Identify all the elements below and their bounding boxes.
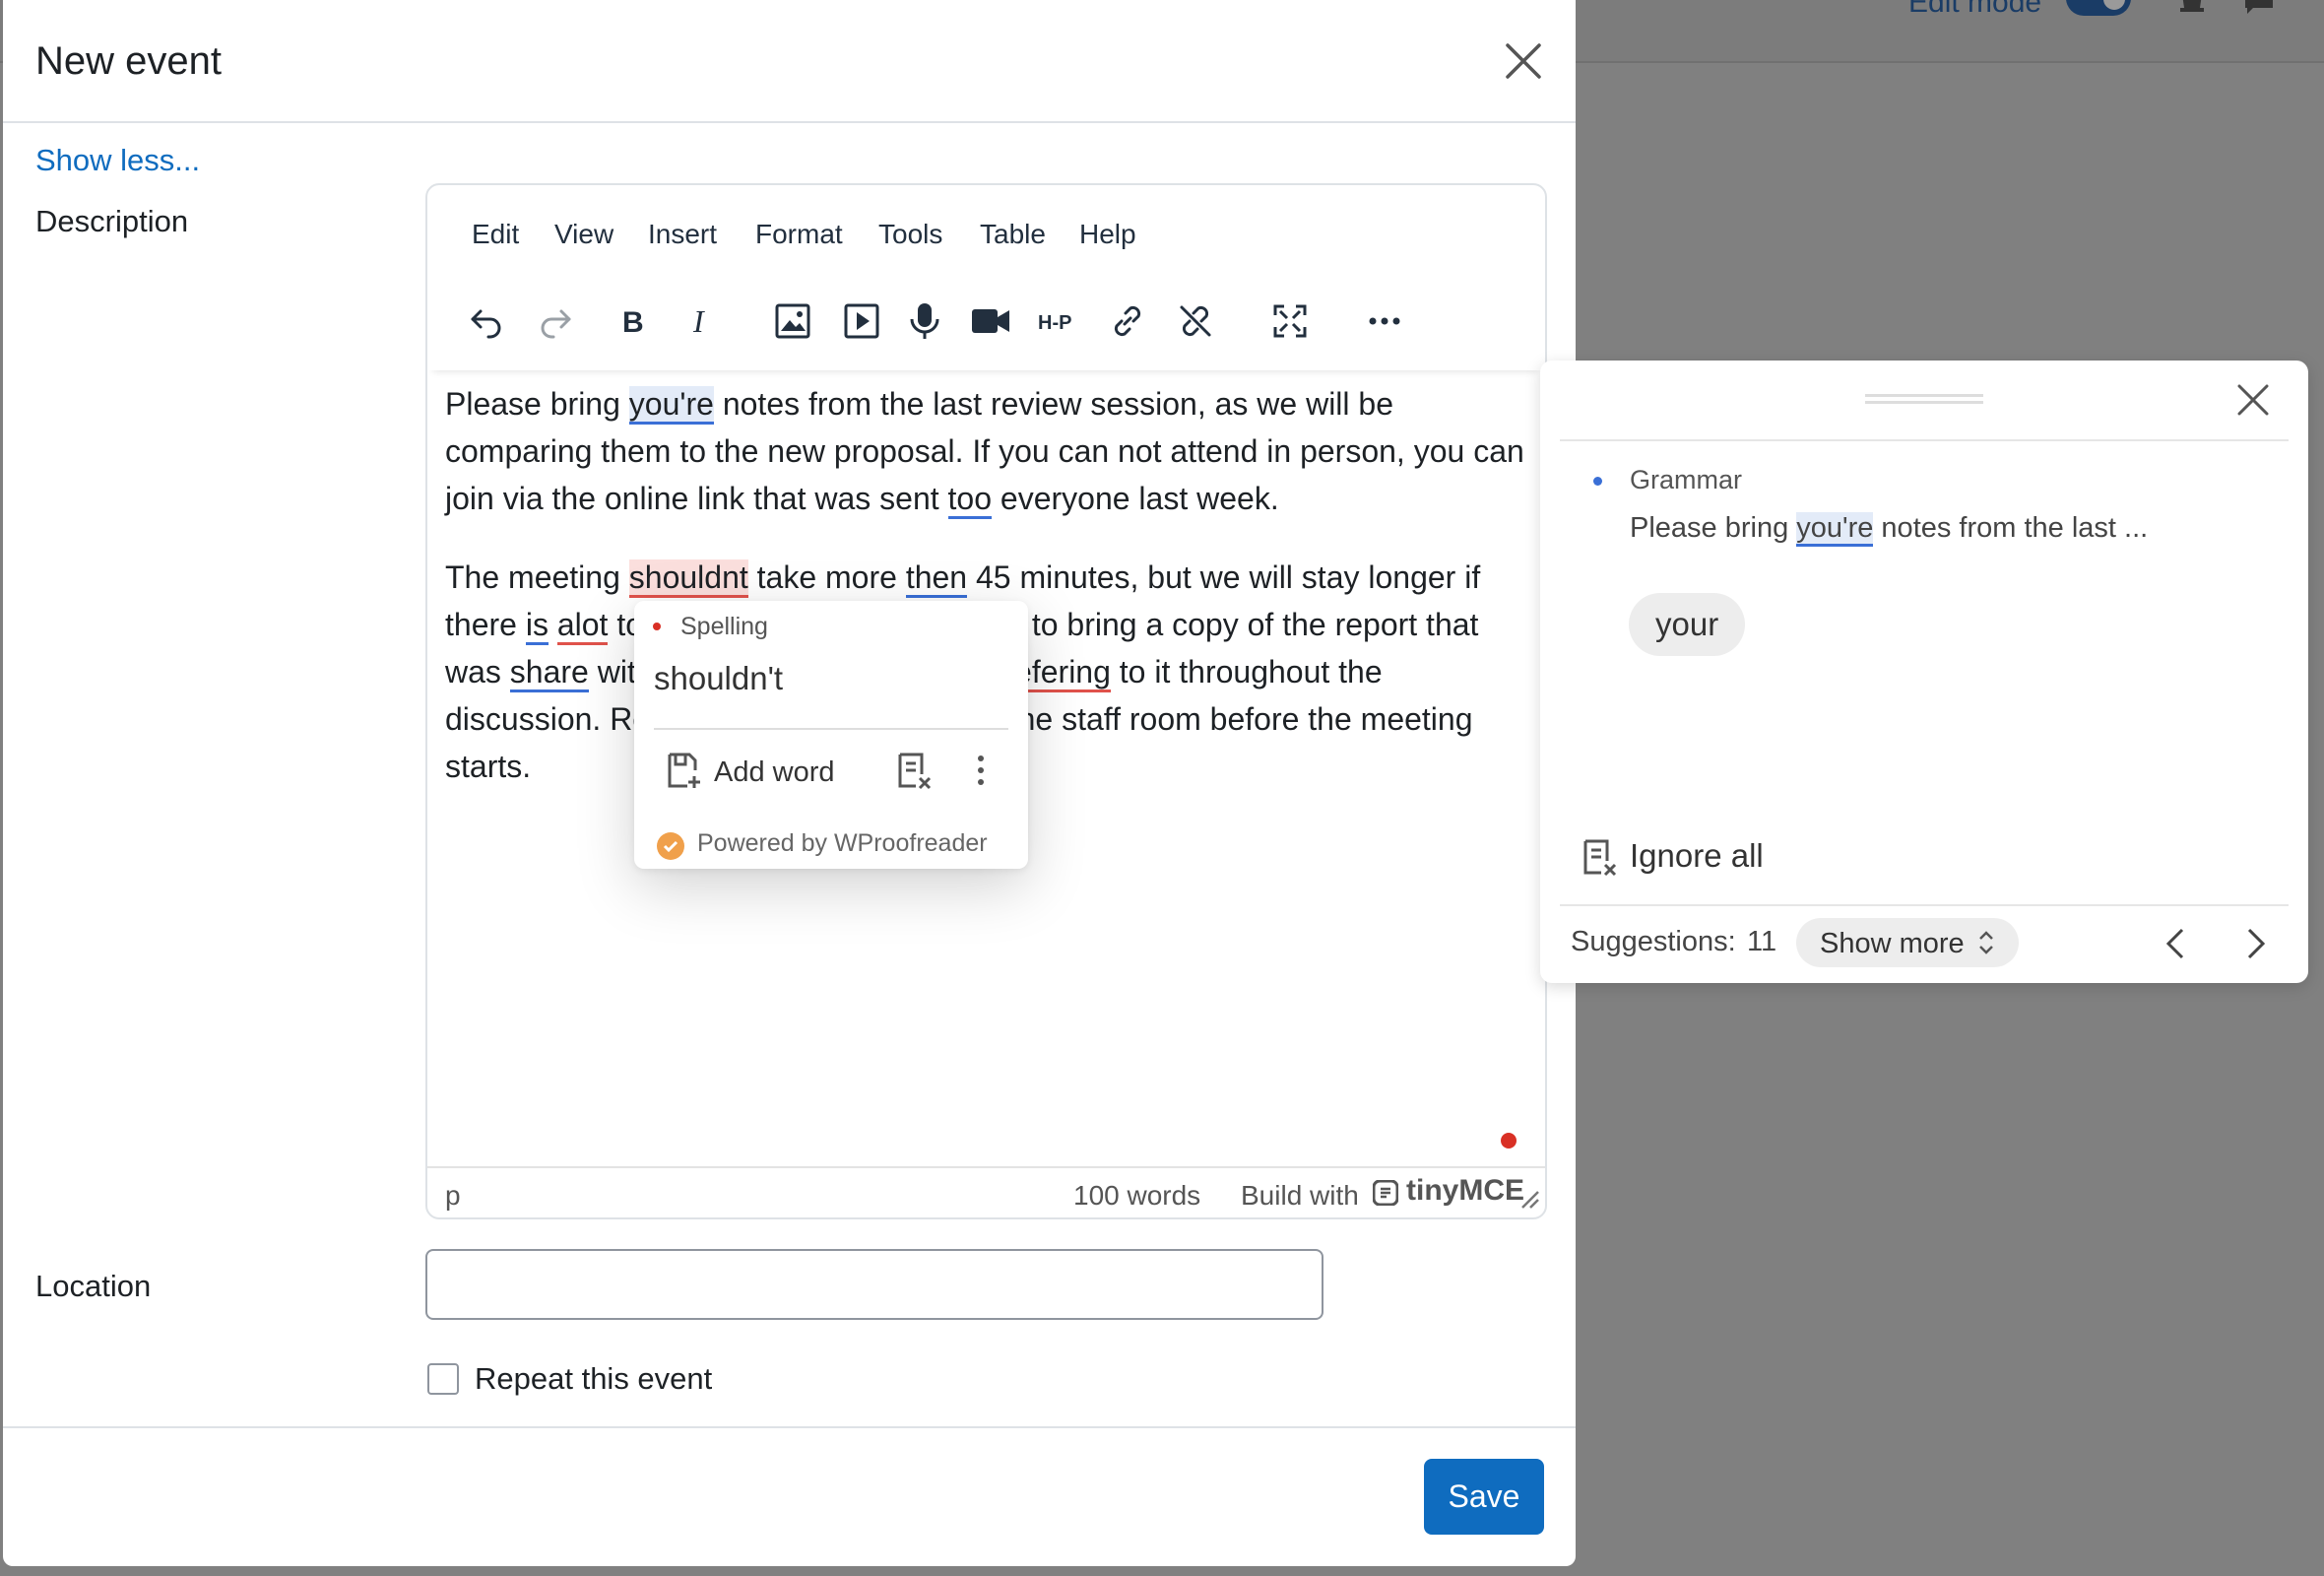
menu-tools[interactable]: Tools: [878, 219, 942, 250]
powered-by-label[interactable]: Powered by WProofreader: [697, 829, 988, 858]
add-word-label[interactable]: Add word: [714, 756, 835, 789]
show-more-button[interactable]: Show more: [1796, 918, 2019, 967]
close-icon[interactable]: [2233, 380, 2273, 420]
unlink-icon[interactable]: [1170, 296, 1221, 347]
paragraph-1[interactable]: Please bring you're notes from the last …: [445, 380, 1528, 522]
tinymce-brand[interactable]: tinyMCE: [1406, 1174, 1524, 1208]
text-run: take more: [747, 559, 906, 595]
undo-icon[interactable]: [461, 296, 512, 347]
chevron-right-icon[interactable]: [2239, 926, 2271, 961]
element-path[interactable]: p: [445, 1180, 461, 1212]
description-label: Description: [35, 204, 189, 238]
add-to-dictionary-icon: [668, 753, 700, 788]
bell-icon[interactable]: [2176, 0, 2208, 21]
save-button[interactable]: Save: [1424, 1459, 1544, 1535]
repeat-event-label[interactable]: Repeat this event: [475, 1361, 712, 1397]
close-icon[interactable]: [1502, 39, 1545, 83]
spelling-error-mark[interactable]: alot: [556, 607, 609, 645]
repeat-event-checkbox[interactable]: [427, 1363, 459, 1395]
error-context: Please bring you're notes from the last …: [1630, 512, 2148, 547]
text-run: [549, 607, 557, 642]
menu-format[interactable]: Format: [755, 219, 843, 250]
spelling-suggestion[interactable]: shouldn't: [654, 660, 783, 697]
more-icon[interactable]: [1359, 296, 1410, 347]
show-more-label[interactable]: Show more: [1820, 928, 1965, 960]
text-run: Please bring: [445, 386, 629, 422]
replacement-suggestion[interactable]: your: [1629, 593, 1746, 656]
modal-title: New event: [35, 39, 222, 83]
grammar-type-label: Grammar: [1630, 465, 1742, 494]
panel-divider: [1560, 904, 2289, 906]
suggestions-count: 11: [1747, 926, 1777, 957]
menu-view[interactable]: View: [554, 219, 613, 250]
location-input[interactable]: [425, 1249, 1323, 1320]
grammar-error-mark[interactable]: you're: [628, 386, 714, 425]
edit-mode-label: Edit mode: [1908, 0, 2042, 19]
italic-icon[interactable]: I: [676, 296, 727, 347]
editor-menubar: Edit View Insert Format Tools Table Help: [427, 185, 1545, 276]
suggestions-label: Suggestions:: [1571, 926, 1736, 957]
svg-text:H-P: H-P: [1038, 312, 1071, 334]
wproofreader-logo-icon: [657, 832, 684, 860]
grammar-error-mark[interactable]: then: [905, 559, 968, 598]
editor-toolbar: B I H-P: [427, 276, 1545, 370]
grammar-dot: [1593, 477, 1602, 486]
chat-icon[interactable]: [2243, 0, 2275, 21]
build-with-label: Build with: [1241, 1180, 1359, 1211]
ignore-icon[interactable]: [894, 751, 934, 790]
h5p-icon[interactable]: H-P: [1032, 296, 1083, 347]
menu-table[interactable]: Table: [980, 219, 1046, 250]
fullscreen-icon[interactable]: [1264, 296, 1316, 347]
modal-footer-divider: [3, 1426, 1576, 1428]
ignore-all-icon[interactable]: [1580, 837, 1619, 877]
grammar-error-mark[interactable]: is: [525, 607, 549, 645]
spelling-suggestion-popup: Spelling shouldn't Add word Powered by W…: [634, 601, 1028, 869]
menu-edit[interactable]: Edit: [472, 219, 519, 250]
edit-mode-toggle[interactable]: [2066, 0, 2131, 16]
microphone-icon[interactable]: [899, 296, 950, 347]
text-run: everyone last week.: [992, 481, 1279, 516]
drag-handle[interactable]: [1865, 394, 1983, 404]
ignore-all-button[interactable]: Ignore all: [1630, 837, 1764, 875]
svg-text:I: I: [692, 303, 705, 339]
chevron-left-icon[interactable]: [2161, 926, 2192, 961]
new-event-modal: New event Show less... Description Edit …: [3, 0, 1576, 1566]
location-label: Location: [35, 1269, 152, 1303]
media-icon[interactable]: [836, 296, 887, 347]
expand-sort-icon: [1979, 931, 1993, 954]
editor-statusbar: p 100 words Build with tinyMCE: [427, 1166, 1545, 1217]
text-run: The meeting: [445, 559, 629, 595]
grammar-suggestions-panel: Grammar Please bring you're notes from t…: [1540, 361, 2308, 983]
tinymce-logo-icon[interactable]: [1373, 1180, 1398, 1206]
link-icon[interactable]: [1102, 296, 1153, 347]
menu-insert[interactable]: Insert: [648, 219, 717, 250]
svg-text:B: B: [622, 306, 644, 339]
popup-divider: [654, 728, 1008, 730]
resize-handle-icon[interactable]: [1518, 1188, 1540, 1210]
panel-divider: [1560, 439, 2289, 441]
more-options-icon[interactable]: [969, 751, 993, 790]
menu-help[interactable]: Help: [1079, 219, 1136, 250]
word-count[interactable]: 100 words: [1073, 1180, 1200, 1212]
proofreader-status-badge[interactable]: [1501, 1133, 1517, 1149]
show-less-link[interactable]: Show less...: [35, 143, 200, 178]
spelling-error-mark[interactable]: shouldnt: [628, 559, 748, 598]
modal-header: New event: [3, 0, 1576, 123]
grammar-error-mark[interactable]: too: [947, 481, 992, 519]
bold-icon[interactable]: B: [607, 296, 658, 347]
redo-icon[interactable]: [530, 296, 581, 347]
image-icon[interactable]: [767, 296, 818, 347]
spelling-type-label: Spelling: [680, 613, 768, 640]
rich-text-editor: Edit View Insert Format Tools Table Help…: [425, 183, 1547, 1219]
spelling-dot: [653, 623, 661, 630]
grammar-error-mark[interactable]: share: [509, 654, 589, 692]
video-camera-icon[interactable]: [965, 296, 1016, 347]
